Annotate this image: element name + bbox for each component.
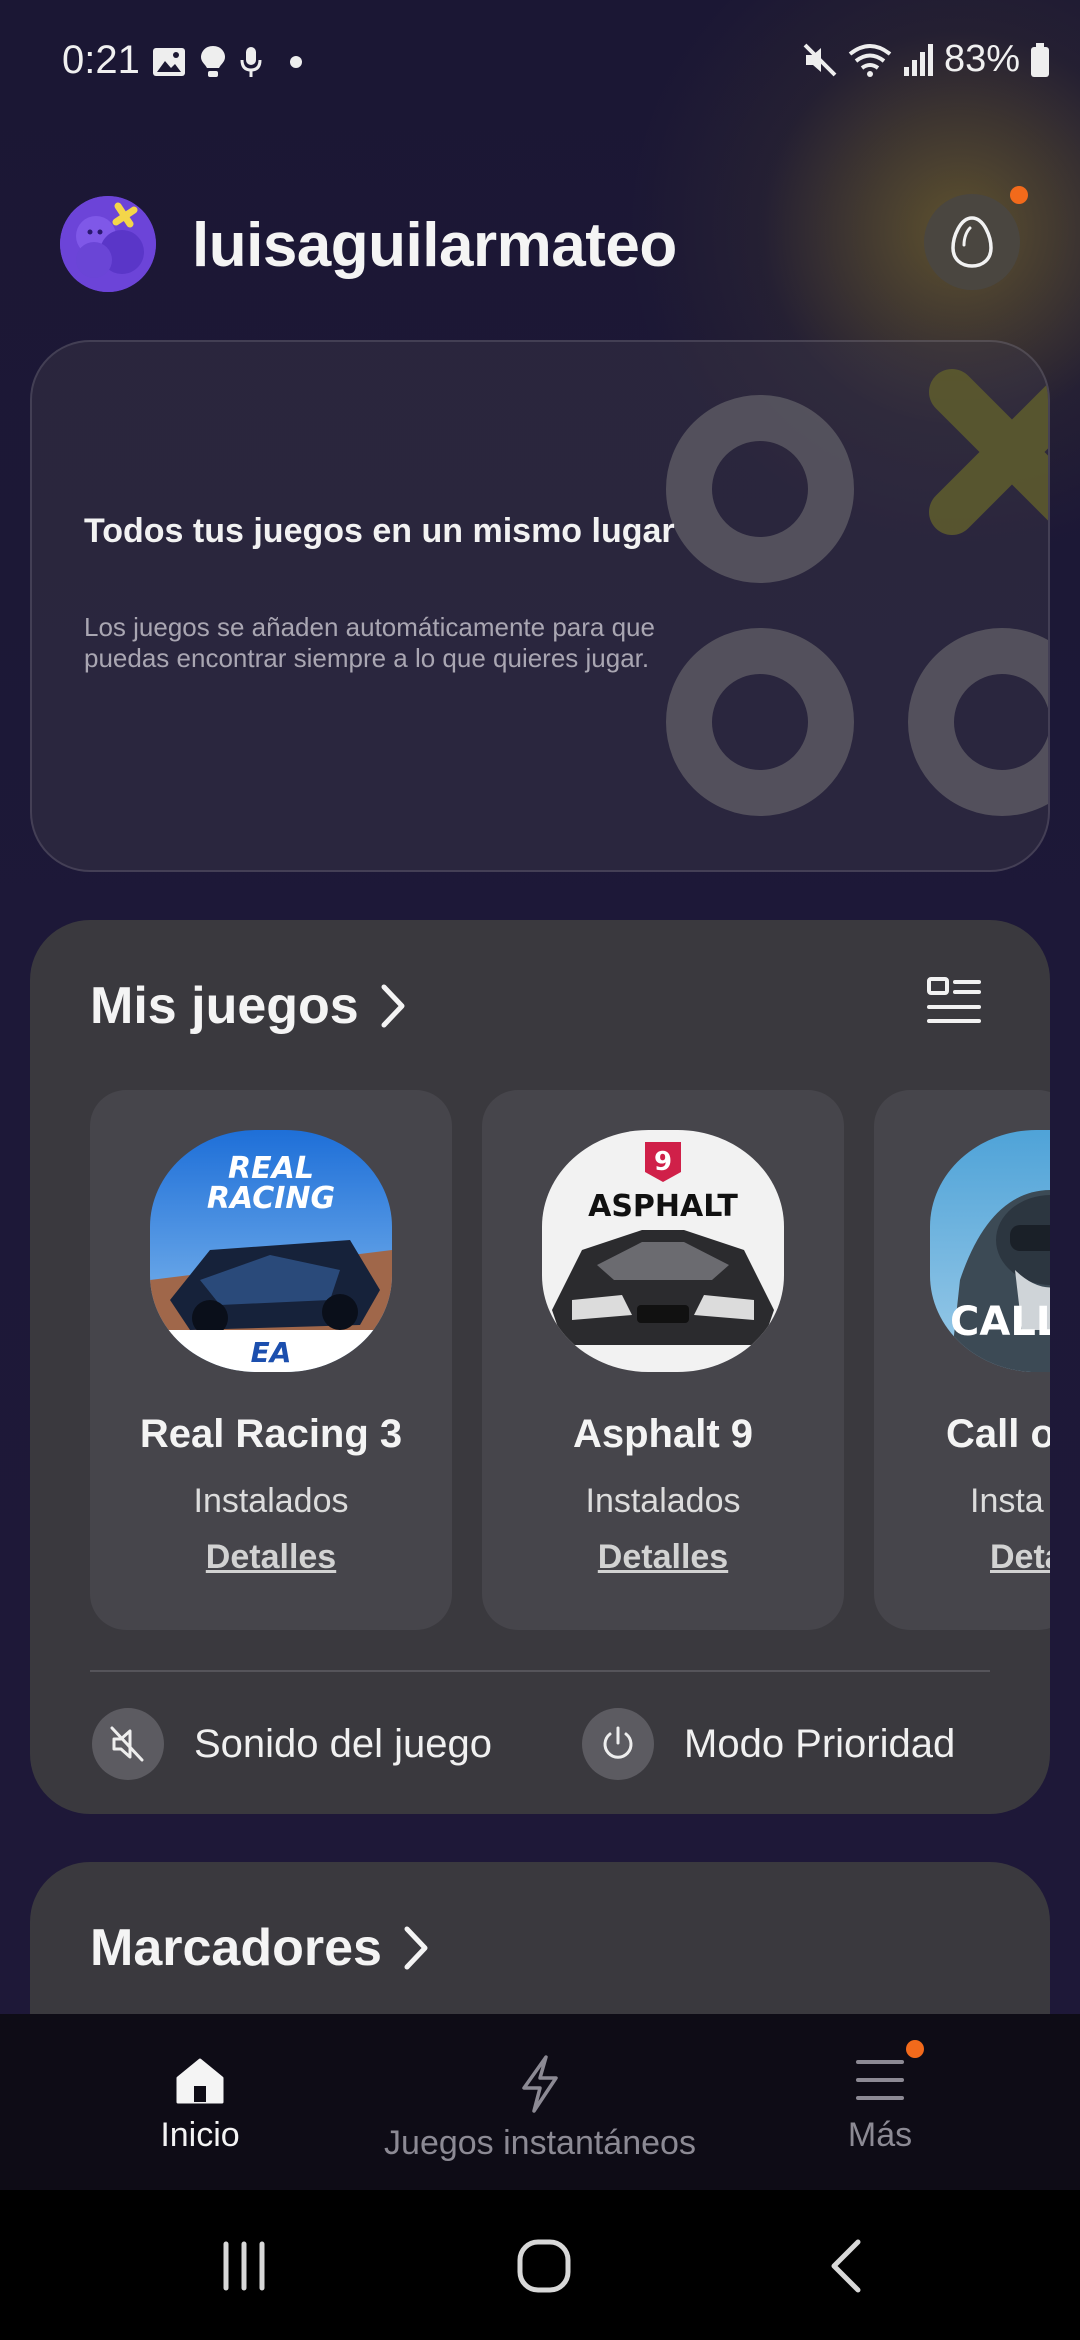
list-view-button[interactable] [926,976,982,1033]
leaderboards-header[interactable]: Marcadores [90,1918,430,1978]
nav-label: Juegos instantáneos [384,2124,696,2162]
game-tile-real-racing-3[interactable]: EA REAL RACING Real Racing 3 Instalados … [90,1090,452,1630]
tic-tac-toe-illustration [666,369,1048,816]
mute-sound-button [92,1708,164,1780]
hero-title: Todos tus juegos en un mismo lugar [84,512,675,550]
status-right-icons: 83% [802,38,1050,81]
avatar[interactable] [60,196,156,292]
battery-icon [1031,42,1049,77]
battery-percent: 83% [943,38,1020,80]
username: luisaguilarmateo [192,211,677,280]
nav-item-inicio[interactable]: Inicio [130,2054,270,2155]
quick-action-label: Modo Prioridad [684,1721,956,1766]
my-games-title: Mis juegos [90,977,359,1035]
nav-label: Más [847,2116,913,2154]
egg-button[interactable] [924,194,1020,290]
my-games-header[interactable]: Mis juegos [90,976,407,1036]
call-of-duty-app-icon: CALL OF [930,1130,1050,1372]
mute-icon [803,43,837,76]
hero-card: Todos tus juegos en un mismo lugar Los j… [30,340,1050,872]
cod-icon-text: CALL OF [950,1299,1050,1345]
my-games-card: Mis juegos EA REAL RACING Real Racing 3 … [30,920,1050,1814]
egg-notification-dot [1010,186,1028,204]
list-view-icon [927,977,981,1023]
power-icon [603,1726,633,1759]
nav-item-more[interactable]: Más [820,2054,940,2155]
status-left-icons [152,45,306,79]
menu-icon [856,2060,904,2100]
home-icon [176,2058,224,2104]
back-icon[interactable] [826,2238,866,2294]
asphalt-9-app-icon: 9 ASPHALT [542,1130,784,1372]
status-bar: 0:21 83% [0,0,1080,130]
home-button-icon[interactable] [516,2238,572,2294]
game-details-link[interactable]: Detalles [90,1538,452,1577]
wifi-icon [848,43,892,77]
nav-label: Inicio [160,2116,240,2154]
avatar-illustration [60,196,156,292]
game-name: Call o [946,1412,1050,1456]
game-details-link[interactable]: Detalles [482,1538,844,1577]
game-details-link[interactable]: Deta [990,1538,1050,1577]
mute-sound-icon [110,1726,144,1762]
more-notification-dot [906,2040,924,2058]
game-name: Real Racing 3 [139,1412,403,1456]
game-status: Instalados [193,1482,349,1520]
lightbulb-icon [201,46,225,77]
leaderboards-title: Marcadores [90,1919,382,1977]
lightning-icon [522,2055,558,2113]
svg-text:ASPHALT: ASPHALT [588,1189,738,1224]
nav-item-instant-games[interactable]: Juegos instantáneos [360,2054,720,2163]
signal-icon [903,43,933,76]
gallery-icon [153,48,185,76]
asphalt-badge: 9 [654,1147,672,1177]
game-tile-asphalt-9[interactable]: 9 ASPHALT Asphalt 9 Instalados Detalles [482,1090,844,1630]
svg-text:RACING: RACING [207,1181,335,1216]
hero-subtitle: Los juegos se añaden automáticamente par… [84,612,655,673]
bottom-navigation: Inicio Juegos instantáneos Más [0,2014,1080,2190]
quick-action-label: Sonido del juego [194,1721,493,1766]
system-navigation-bar [0,2190,1080,2340]
ea-logo: EA [251,1336,292,1369]
chevron-right-icon [404,1926,428,1970]
game-status: Insta [970,1482,1044,1520]
dot-icon [290,56,302,68]
divider [90,1670,990,1672]
chevron-right-icon [381,984,405,1028]
priority-mode-toggle[interactable]: Modo Prioridad [582,1708,955,1780]
game-status: Instalados [585,1482,741,1520]
priority-mode-button [582,1708,654,1780]
recent-apps-icon[interactable] [218,2240,270,2292]
game-name: Asphalt 9 [572,1412,754,1456]
game-tile-call-of-duty[interactable]: CALL OF Call o Insta Deta [874,1090,1050,1630]
egg-icon [951,216,993,268]
game-sound-toggle[interactable]: Sonido del juego [92,1708,492,1780]
mic-icon [240,47,262,77]
real-racing-3-app-icon: EA REAL RACING [150,1130,392,1372]
status-time: 0:21 [62,38,140,82]
